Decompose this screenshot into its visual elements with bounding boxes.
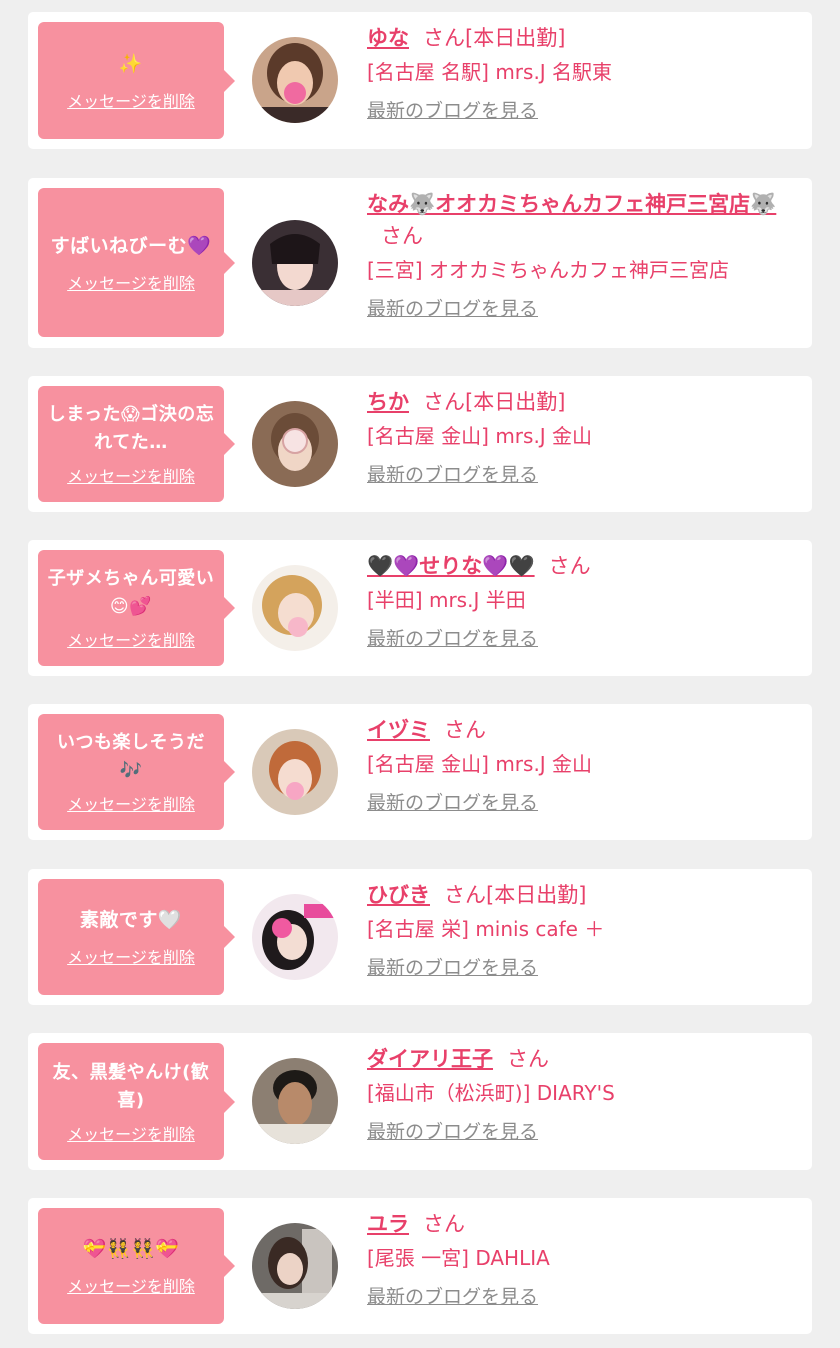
- list-item: 友、黒髪やんけ(歓喜) メッセージを削除 ダイアリ王子 さん [福山市（松浜町)]…: [28, 1033, 812, 1170]
- avatar[interactable]: [252, 37, 338, 123]
- message-bubble: ✨ メッセージを削除: [38, 22, 235, 139]
- message-text: 子ザメちゃん可愛い😊💕: [47, 568, 215, 617]
- profile-info: なみ🐺オオカミちゃんカフェ神戸三宮店🐺 さん [三宮] オオカミちゃんカフェ神戸三…: [367, 188, 792, 321]
- profile-name-link[interactable]: イヅミ: [367, 718, 430, 742]
- honorific: さん: [381, 224, 423, 248]
- honorific: さん: [444, 883, 486, 907]
- avatar[interactable]: [252, 220, 338, 306]
- shop-label: [福山市（松浜町)] DIARY'S: [367, 1081, 615, 1105]
- avatar[interactable]: [252, 729, 338, 815]
- shop-label: [名古屋 金山] mrs.J 金山: [367, 424, 593, 448]
- latest-blog-link[interactable]: 最新のブログを見る: [367, 624, 538, 651]
- profile-info: ひびき さん[本日出勤] [名古屋 栄] minis cafe ＋ 最新のブログを…: [367, 879, 792, 980]
- message-text: すばいねびーむ💜: [50, 234, 212, 257]
- attendance-status: [本日出勤]: [465, 26, 566, 50]
- honorific: さん: [423, 1212, 465, 1236]
- latest-blog-link[interactable]: 最新のブログを見る: [367, 96, 538, 123]
- profile-info: 🖤💜せりな💜🖤 さん [半田] mrs.J 半田 最新のブログを見る: [367, 550, 792, 651]
- shop-label: [尾張 一宮] DAHLIA: [367, 1246, 550, 1270]
- delete-message-link[interactable]: メッセージを削除: [67, 88, 195, 112]
- avatar[interactable]: [252, 894, 338, 980]
- latest-blog-link[interactable]: 最新のブログを見る: [367, 460, 538, 487]
- avatar[interactable]: [252, 565, 338, 651]
- delete-message-link[interactable]: メッセージを削除: [67, 463, 195, 487]
- delete-message-link[interactable]: メッセージを削除: [67, 1273, 195, 1297]
- message-text: 💝👯👯💝: [82, 1238, 180, 1260]
- delete-message-link[interactable]: メッセージを削除: [67, 1121, 195, 1145]
- profile-name-link[interactable]: ユラ: [367, 1212, 409, 1236]
- profile-name-link[interactable]: ちか: [367, 390, 409, 414]
- message-bubble: しまった😱ゴ決の忘れてた… メッセージを削除: [38, 386, 235, 502]
- profile-name-link[interactable]: ゆな: [367, 26, 409, 50]
- list-item: しまった😱ゴ決の忘れてた… メッセージを削除 ちか さん[本日出勤] [名古屋 金…: [28, 376, 812, 512]
- message-bubble: すばいねびーむ💜 メッセージを削除: [38, 188, 235, 337]
- shop-label: [三宮] オオカミちゃんカフェ神戸三宮店: [367, 258, 729, 282]
- list-item: 子ザメちゃん可愛い😊💕 メッセージを削除 🖤💜せりな💜🖤 さん [半田] mrs.…: [28, 540, 812, 676]
- profile-name-link[interactable]: なみ🐺オオカミちゃんカフェ神戸三宮店🐺: [367, 192, 776, 216]
- latest-blog-link[interactable]: 最新のブログを見る: [367, 1282, 538, 1309]
- message-bubble: 子ザメちゃん可愛い😊💕 メッセージを削除: [38, 550, 235, 666]
- message-text: しまった😱ゴ決の忘れてた…: [47, 404, 215, 453]
- message-text: 友、黒髪やんけ(歓喜): [52, 1061, 210, 1111]
- message-text: ✨: [118, 52, 144, 75]
- profile-info: ダイアリ王子 さん [福山市（松浜町)] DIARY'S 最新のブログを見る: [367, 1043, 792, 1144]
- profile-name-link[interactable]: 🖤💜せりな💜🖤: [367, 554, 535, 578]
- profile-info: ちか さん[本日出勤] [名古屋 金山] mrs.J 金山 最新のブログを見る: [367, 386, 792, 487]
- profile-name-link[interactable]: ダイアリ王子: [367, 1047, 493, 1071]
- list-item: ✨ メッセージを削除 ゆな さん[本日出勤] [名古屋 名駅] mrs.J 名駅東…: [28, 12, 812, 149]
- shop-label: [名古屋 金山] mrs.J 金山: [367, 752, 593, 776]
- list-item: いつも楽しそうだ🎶 メッセージを削除 イヅミ さん [名古屋 金山] mrs.J …: [28, 704, 812, 840]
- latest-blog-link[interactable]: 最新のブログを見る: [367, 294, 538, 321]
- list-item: 💝👯👯💝 メッセージを削除 ユラ さん [尾張 一宮] DAHLIA 最新のブログ…: [28, 1198, 812, 1334]
- profile-info: イヅミ さん [名古屋 金山] mrs.J 金山 最新のブログを見る: [367, 714, 792, 815]
- honorific: さん: [548, 554, 591, 578]
- list-item: 素敵です🤍 メッセージを削除 ひびき さん[本日出勤] [名古屋 栄] minis…: [28, 869, 812, 1005]
- message-text: いつも楽しそうだ🎶: [57, 732, 205, 781]
- latest-blog-link[interactable]: 最新のブログを見る: [367, 1117, 538, 1144]
- message-bubble: 素敵です🤍 メッセージを削除: [38, 879, 235, 995]
- message-bubble: 💝👯👯💝 メッセージを削除: [38, 1208, 235, 1324]
- avatar[interactable]: [252, 1223, 338, 1309]
- latest-blog-link[interactable]: 最新のブログを見る: [367, 788, 538, 815]
- profile-name-link[interactable]: ひびき: [367, 883, 430, 907]
- profile-info: ユラ さん [尾張 一宮] DAHLIA 最新のブログを見る: [367, 1208, 792, 1309]
- message-text: 素敵です🤍: [79, 909, 183, 931]
- attendance-status: [本日出勤]: [486, 883, 587, 907]
- shop-label: [名古屋 名駅] mrs.J 名駅東: [367, 60, 613, 84]
- honorific: さん: [423, 26, 465, 50]
- delete-message-link[interactable]: メッセージを削除: [67, 944, 195, 968]
- delete-message-link[interactable]: メッセージを削除: [67, 791, 195, 815]
- shop-label: [名古屋 栄] minis cafe ＋: [367, 917, 605, 941]
- attendance-status: [本日出勤]: [465, 390, 566, 414]
- delete-message-link[interactable]: メッセージを削除: [67, 270, 195, 294]
- delete-message-link[interactable]: メッセージを削除: [67, 627, 195, 651]
- avatar[interactable]: [252, 1058, 338, 1144]
- message-bubble: 友、黒髪やんけ(歓喜) メッセージを削除: [38, 1043, 235, 1160]
- honorific: さん: [423, 390, 465, 414]
- honorific: さん: [444, 718, 486, 742]
- latest-blog-link[interactable]: 最新のブログを見る: [367, 953, 538, 980]
- message-bubble: いつも楽しそうだ🎶 メッセージを削除: [38, 714, 235, 830]
- shop-label: [半田] mrs.J 半田: [367, 588, 526, 612]
- honorific: さん: [507, 1047, 549, 1071]
- profile-info: ゆな さん[本日出勤] [名古屋 名駅] mrs.J 名駅東 最新のブログを見る: [367, 22, 792, 123]
- list-item: すばいねびーむ💜 メッセージを削除 なみ🐺オオカミちゃんカフェ神戸三宮店🐺 さん …: [28, 178, 812, 348]
- avatar[interactable]: [252, 401, 338, 487]
